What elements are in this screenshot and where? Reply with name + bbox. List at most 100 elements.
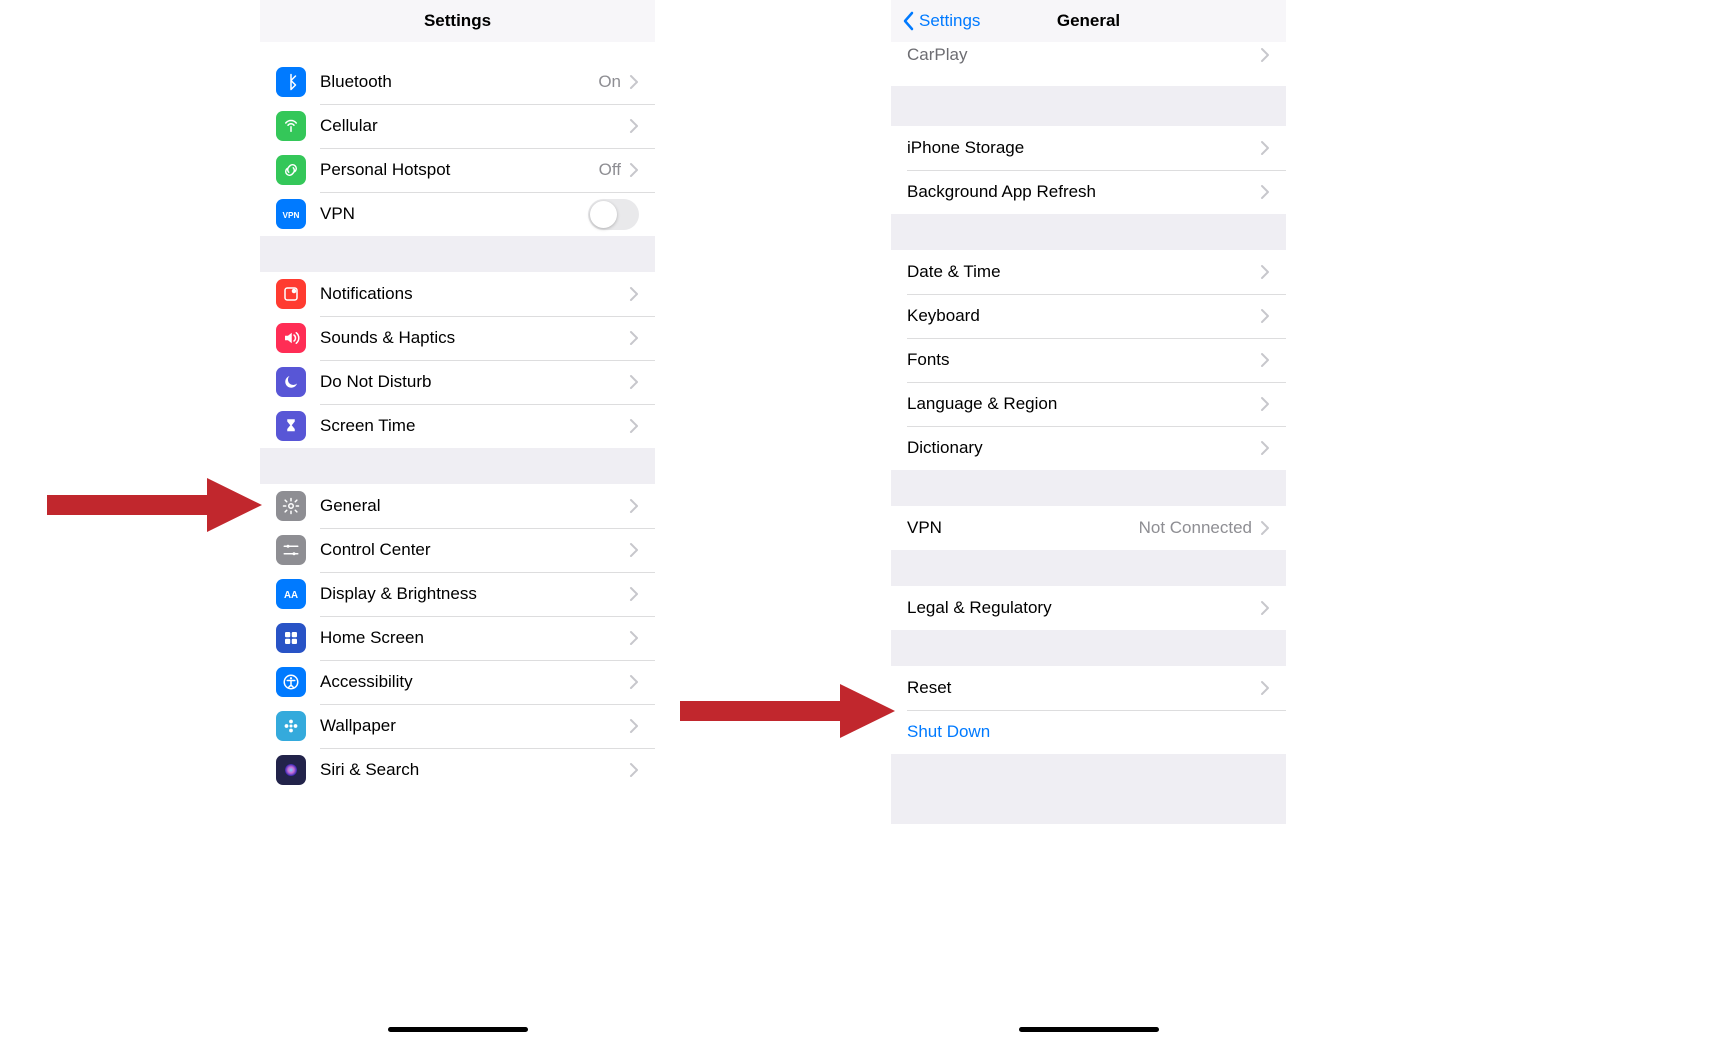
row-label: Background App Refresh: [907, 182, 1260, 202]
row-label: Fonts: [907, 350, 1260, 370]
row-legal-regulatory[interactable]: Legal & Regulatory: [891, 586, 1286, 630]
general-scroll[interactable]: CarPlay iPhone Storage Background App Ref…: [891, 42, 1286, 1040]
chevron-right-icon: [629, 630, 639, 646]
antenna-icon: [276, 111, 306, 141]
row-label: Do Not Disturb: [320, 372, 629, 392]
svg-text:AA: AA: [284, 590, 298, 601]
chevron-right-icon: [1260, 440, 1270, 456]
chevron-right-icon: [1260, 600, 1270, 616]
row-value: On: [598, 72, 621, 92]
back-button[interactable]: Settings: [901, 0, 980, 42]
row-label: iPhone Storage: [907, 138, 1260, 158]
row-screen-time[interactable]: Screen Time: [260, 404, 655, 448]
row-label: Home Screen: [320, 628, 629, 648]
aa-icon: AA: [276, 579, 306, 609]
chevron-right-icon: [629, 762, 639, 778]
row-label: Notifications: [320, 284, 629, 304]
row-dictionary[interactable]: Dictionary: [891, 426, 1286, 470]
row-vpn[interactable]: VPNVPN: [260, 192, 655, 236]
row-label: Shut Down: [907, 722, 1270, 742]
home-indicator: [388, 1027, 528, 1032]
row-label: VPN: [907, 518, 1139, 538]
chevron-right-icon: [629, 74, 639, 90]
annotation-arrow-left: [47, 478, 262, 532]
bluetooth-icon: [276, 67, 306, 97]
row-control-center[interactable]: Control Center: [260, 528, 655, 572]
row-do-not-disturb[interactable]: Do Not Disturb: [260, 360, 655, 404]
row-shut-down[interactable]: Shut Down: [891, 710, 1286, 754]
access-icon: [276, 667, 306, 697]
row-keyboard[interactable]: Keyboard: [891, 294, 1286, 338]
grid-icon: [276, 623, 306, 653]
section-gap: [891, 86, 1286, 126]
row-background-app-refresh[interactable]: Background App Refresh: [891, 170, 1286, 214]
chevron-right-icon: [629, 674, 639, 690]
home-indicator: [1019, 1027, 1159, 1032]
chevron-right-icon: [629, 374, 639, 390]
chevron-right-icon: [629, 118, 639, 134]
row-label: Cellular: [320, 116, 629, 136]
toggle[interactable]: [588, 199, 639, 230]
row-reset[interactable]: Reset: [891, 666, 1286, 710]
section-gap: [260, 448, 655, 484]
section-gap: [260, 236, 655, 272]
section-gap: [891, 630, 1286, 666]
chevron-right-icon: [1260, 308, 1270, 324]
row-accessibility[interactable]: Accessibility: [260, 660, 655, 704]
row-vpn[interactable]: VPNNot Connected: [891, 506, 1286, 550]
chevron-right-icon: [629, 542, 639, 558]
chevron-right-icon: [1260, 140, 1270, 156]
row-label: Language & Region: [907, 394, 1260, 414]
row-cutoff[interactable]: [260, 42, 655, 60]
page-title: Settings: [424, 11, 491, 31]
row-wallpaper[interactable]: Wallpaper: [260, 704, 655, 748]
row-label: Accessibility: [320, 672, 629, 692]
row-label: Dictionary: [907, 438, 1260, 458]
row-display-brightness[interactable]: AADisplay & Brightness: [260, 572, 655, 616]
row-label: Wallpaper: [320, 716, 629, 736]
settings-screen: Settings BluetoothOn Cellular Personal Hot…: [260, 0, 655, 1040]
row-iphone-storage[interactable]: iPhone Storage: [891, 126, 1286, 170]
chevron-right-icon: [1260, 47, 1270, 63]
chevron-right-icon: [629, 418, 639, 434]
flower-icon: [276, 711, 306, 741]
row-label: Legal & Regulatory: [907, 598, 1260, 618]
row-carplay[interactable]: CarPlay: [891, 42, 1286, 86]
row-cellular[interactable]: Cellular: [260, 104, 655, 148]
row-home-screen[interactable]: Home Screen: [260, 616, 655, 660]
row-personal-hotspot[interactable]: Personal HotspotOff: [260, 148, 655, 192]
row-fonts[interactable]: Fonts: [891, 338, 1286, 382]
chevron-right-icon: [629, 498, 639, 514]
chevron-right-icon: [1260, 520, 1270, 536]
row-label: Sounds & Haptics: [320, 328, 629, 348]
row-general[interactable]: General: [260, 484, 655, 528]
chevron-right-icon: [1260, 396, 1270, 412]
row-label: Bluetooth: [320, 72, 598, 92]
navbar-general: Settings General: [891, 0, 1286, 42]
row-language-region[interactable]: Language & Region: [891, 382, 1286, 426]
row-label: Personal Hotspot: [320, 160, 599, 180]
section-gap: [891, 754, 1286, 824]
general-screen: Settings General CarPlay iPhone Storage B…: [891, 0, 1286, 1040]
row-label: Date & Time: [907, 262, 1260, 282]
chevron-right-icon: [1260, 352, 1270, 368]
link-icon: [276, 155, 306, 185]
siri-icon: [276, 755, 306, 785]
moon-icon: [276, 367, 306, 397]
row-date-time[interactable]: Date & Time: [891, 250, 1286, 294]
chevron-right-icon: [629, 586, 639, 602]
row-label: VPN: [320, 204, 588, 224]
settings-scroll[interactable]: BluetoothOnCellularPersonal HotspotOffVP…: [260, 42, 655, 1040]
annotation-arrow-right: [680, 684, 895, 738]
page-title: General: [1057, 11, 1120, 31]
row-sounds-haptics[interactable]: Sounds & Haptics: [260, 316, 655, 360]
chevron-right-icon: [1260, 680, 1270, 696]
row-notifications[interactable]: Notifications: [260, 272, 655, 316]
row-bluetooth[interactable]: BluetoothOn: [260, 60, 655, 104]
chevron-right-icon: [1260, 264, 1270, 280]
chevron-right-icon: [629, 718, 639, 734]
row-siri-search[interactable]: Siri & Search: [260, 748, 655, 792]
chevron-right-icon: [629, 286, 639, 302]
sound-icon: [276, 323, 306, 353]
row-value: Off: [599, 160, 621, 180]
